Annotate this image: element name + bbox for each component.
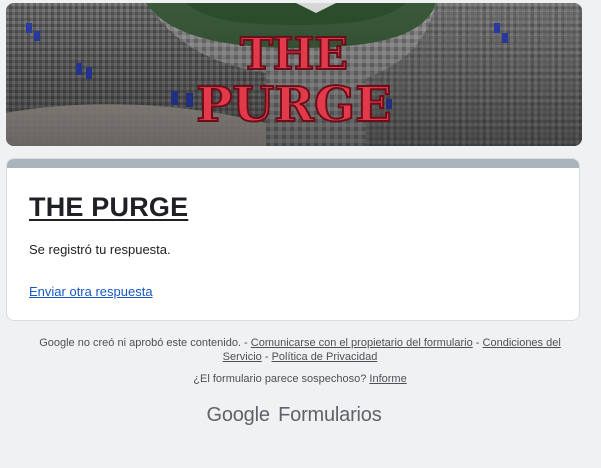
contact-owner-link[interactable]: Comunicarse con el propietario del formu…	[251, 337, 473, 349]
separator: -	[472, 337, 483, 349]
confirmation-card: THE PURGE Se registró tu respuesta. Envi…	[6, 158, 580, 321]
confirmation-message: Se registró tu respuesta.	[29, 242, 171, 257]
footer-disclaimer: Google no creó ni aprobó este contenido.…	[30, 336, 570, 364]
card-accent-bar	[7, 159, 579, 168]
header-banner-image: THE PURGE	[6, 3, 582, 146]
banner-artwork: THE PURGE	[6, 3, 582, 146]
report-link[interactable]: Informe	[369, 373, 406, 385]
privacy-policy-link[interactable]: Política de Privacidad	[272, 351, 378, 363]
disclaimer-text: Google no creó ni aprobó este contenido.…	[39, 337, 251, 349]
separator: -	[261, 351, 272, 363]
banner-title-line1: THE	[240, 29, 348, 80]
form-title: THE PURGE	[29, 192, 189, 222]
report-line: ¿El formulario parece sospechoso? Inform…	[30, 373, 570, 385]
forms-wordmark: Formularios	[278, 404, 382, 426]
google-wordmark: Google	[206, 404, 270, 426]
banner-title-line2: PURGE	[196, 77, 391, 133]
google-forms-logo[interactable]: Google Formularios	[0, 404, 588, 427]
submit-another-response-link[interactable]: Enviar otra respuesta	[29, 284, 153, 299]
suspicious-text: ¿El formulario parece sospechoso?	[193, 373, 370, 385]
